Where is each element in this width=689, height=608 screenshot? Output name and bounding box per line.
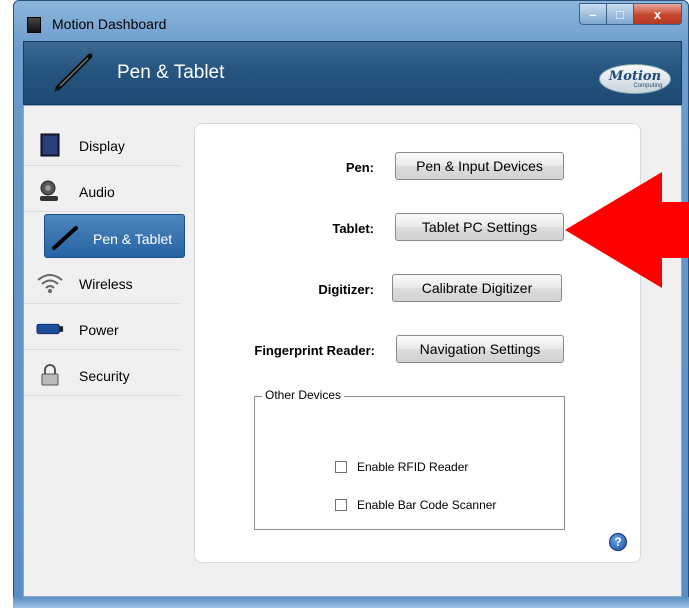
sidebar: Display Audio Pen & Tablet Wireless Powe… xyxy=(24,122,185,398)
close-icon: x xyxy=(653,6,662,22)
window-title: Motion Dashboard xyxy=(52,16,167,32)
sidebar-item-display[interactable]: Display xyxy=(24,122,180,166)
display-icon xyxy=(36,133,64,157)
window-bottom-border xyxy=(13,597,689,608)
lock-icon xyxy=(36,364,64,386)
page-title: Pen & Tablet xyxy=(117,62,225,83)
other-devices-title: Other Devices xyxy=(262,388,345,402)
title-bar[interactable]: Motion Dashboard – □ x xyxy=(14,1,688,41)
calibrate-digitizer-button[interactable]: Calibrate Digitizer xyxy=(392,274,562,302)
tablet-pc-settings-button[interactable]: Tablet PC Settings xyxy=(395,213,564,241)
minimize-icon: – xyxy=(589,6,597,22)
close-button[interactable]: x xyxy=(634,3,682,25)
app-icon xyxy=(27,17,41,33)
maximize-icon: □ xyxy=(616,6,624,22)
wireless-icon xyxy=(36,272,64,294)
pen-input-devices-button[interactable]: Pen & Input Devices xyxy=(395,152,564,180)
rfid-checkbox-label: Enable RFID Reader xyxy=(357,460,469,474)
audio-icon xyxy=(36,180,64,202)
barcode-checkbox-label: Enable Bar Code Scanner xyxy=(357,498,497,512)
sidebar-item-power[interactable]: Power xyxy=(24,306,180,350)
sidebar-item-label: Power xyxy=(79,322,119,338)
sidebar-item-label: Display xyxy=(79,138,125,154)
sidebar-item-label: Audio xyxy=(79,184,115,200)
sidebar-item-label: Security xyxy=(79,368,130,384)
battery-icon xyxy=(36,318,64,340)
sidebar-item-label: Wireless xyxy=(79,276,133,292)
sidebar-item-pen-tablet[interactable]: Pen & Tablet xyxy=(44,214,185,258)
maximize-button[interactable]: □ xyxy=(607,3,634,25)
pen-icon xyxy=(54,53,93,92)
logo-subtitle: Computing xyxy=(633,82,663,89)
help-icon-glyph: ? xyxy=(614,535,622,549)
fingerprint-reader-label: Fingerprint Reader: xyxy=(254,343,375,358)
barcode-checkbox[interactable] xyxy=(335,499,347,511)
sidebar-item-audio[interactable]: Audio xyxy=(24,168,180,212)
enable-bar-code-scanner-option[interactable]: Enable Bar Code Scanner xyxy=(335,498,496,512)
window-controls: – □ x xyxy=(579,3,682,25)
tablet-label: Tablet: xyxy=(332,221,374,236)
page-header: Pen & Tablet Motion Computing xyxy=(23,41,682,105)
help-icon[interactable]: ? xyxy=(609,533,627,551)
sidebar-item-wireless[interactable]: Wireless xyxy=(24,260,180,304)
sidebar-item-security[interactable]: Security xyxy=(24,352,180,396)
digitizer-label: Digitizer: xyxy=(318,282,374,297)
minimize-button[interactable]: – xyxy=(579,3,607,25)
motion-logo: Motion Computing xyxy=(599,64,671,94)
sidebar-item-label: Pen & Tablet xyxy=(93,231,173,247)
enable-rfid-reader-option[interactable]: Enable RFID Reader xyxy=(335,460,468,474)
navigation-settings-button[interactable]: Navigation Settings xyxy=(396,335,564,363)
pen-icon xyxy=(51,226,79,250)
red-arrow-annotation xyxy=(565,172,689,288)
logo-word: Motion xyxy=(608,68,662,84)
rfid-checkbox[interactable] xyxy=(335,461,347,473)
pen-label: Pen: xyxy=(345,160,374,175)
